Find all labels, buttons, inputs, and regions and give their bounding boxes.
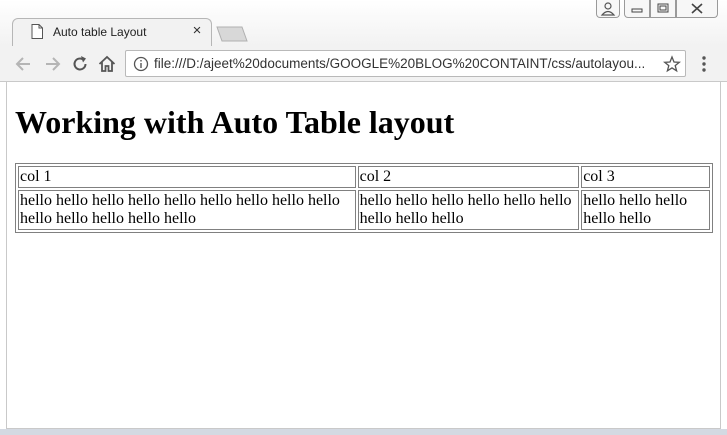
restore-icon — [657, 3, 669, 13]
minimize-button[interactable] — [624, 0, 650, 18]
new-tab-button[interactable] — [216, 26, 248, 42]
more-menu-icon[interactable] — [697, 54, 711, 74]
desktop-background — [0, 429, 727, 435]
profile-button[interactable] — [596, 0, 620, 18]
auto-layout-table: col 1 col 2 col 3 hello hello hello hell… — [15, 163, 713, 233]
tab-close-icon[interactable]: × — [189, 23, 205, 39]
tab-title: Auto table Layout — [53, 25, 147, 39]
close-icon — [691, 3, 703, 14]
table-cell: hello hello hello hello hello — [581, 190, 710, 230]
table-cell: col 1 — [18, 166, 356, 188]
table-cell: hello hello hello hello hello hello hell… — [357, 190, 580, 230]
close-window-button[interactable] — [676, 0, 718, 18]
bookmark-star-icon[interactable] — [663, 55, 681, 73]
tab-strip: Auto table Layout × — [0, 0, 727, 46]
table-cell: hello hello hello hello hello hello hell… — [18, 190, 356, 230]
table-cell: col 3 — [581, 166, 710, 188]
url-text[interactable]: file:///D:/ajeet%20documents/GOOGLE%20BL… — [154, 56, 654, 71]
reload-icon[interactable] — [70, 54, 90, 74]
back-arrow-icon[interactable] — [14, 54, 34, 74]
table-row: hello hello hello hello hello hello hell… — [18, 190, 710, 230]
address-bar[interactable]: file:///D:/ajeet%20documents/GOOGLE%20BL… — [125, 50, 686, 77]
tab-auto-table-layout[interactable]: Auto table Layout × — [12, 18, 212, 46]
minimize-icon — [631, 8, 643, 13]
home-icon[interactable] — [97, 54, 117, 74]
info-icon[interactable] — [133, 56, 149, 72]
browser-toolbar: file:///D:/ajeet%20documents/GOOGLE%20BL… — [0, 46, 727, 82]
person-icon — [600, 2, 616, 16]
document-icon — [31, 24, 43, 39]
forward-arrow-icon[interactable] — [42, 54, 62, 74]
restore-button[interactable] — [650, 0, 676, 18]
table-header-row: col 1 col 2 col 3 — [18, 166, 710, 188]
browser-window: Auto table Layout × file:///D:/ajeet%20d… — [0, 0, 727, 435]
table-cell: col 2 — [357, 166, 580, 188]
page-content: Working with Auto Table layout col 1 col… — [6, 82, 721, 429]
page-title: Working with Auto Table layout — [15, 104, 455, 140]
